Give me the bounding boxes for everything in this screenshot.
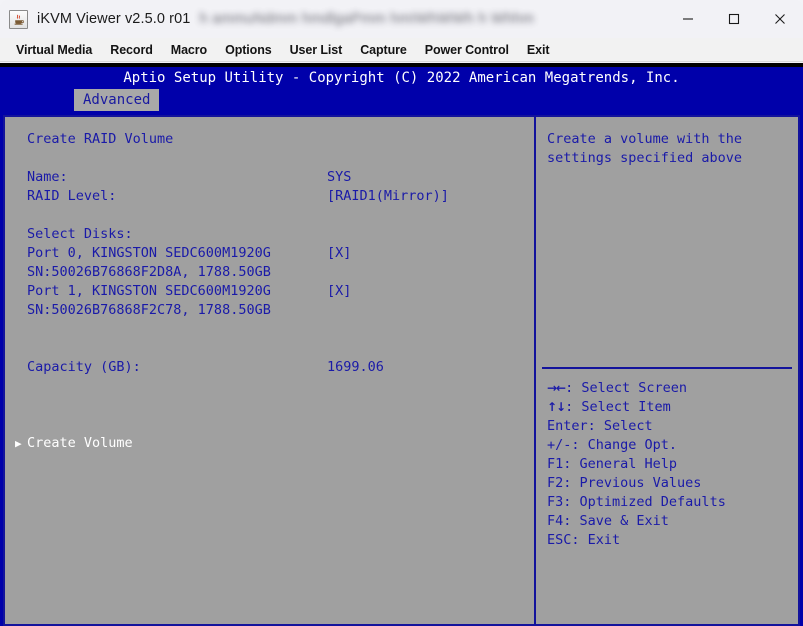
field-label-name: Name: [27, 169, 68, 185]
disks-header: Select Disks: [27, 226, 133, 242]
title-bar: iKVM Viewer v2.5.0 r01 h ammuNdmm hmdlga… [0, 0, 803, 38]
create-volume-row[interactable]: ▶ Create Volume [15, 434, 534, 453]
spacer-row [27, 206, 534, 225]
key-legend: →←: Select Screen ↑↓: Select Item Enter:… [547, 379, 726, 550]
menu-item-capture[interactable]: Capture [351, 43, 416, 57]
disk-row-port-1[interactable]: Port 1, KINGSTON SEDC600M1920G [X] [27, 282, 534, 301]
legend-f3-key: F3 [547, 494, 564, 510]
disk-detail-port-1: SN:50026B76868F2C78, 1788.50GB [27, 302, 271, 318]
legend-esc-key: ESC [547, 532, 572, 548]
minimize-button[interactable] [665, 0, 711, 38]
legend-f1: F1: General Help [547, 455, 726, 474]
maximize-icon [728, 13, 740, 25]
capacity-value: 1699.06 [327, 359, 384, 375]
field-row-name[interactable]: Name: SYS [27, 168, 534, 187]
legend-f3-text: : Optimized Defaults [563, 494, 726, 510]
legend-esc-text: : Exit [571, 532, 621, 548]
legend-enter-key: Enter [547, 418, 588, 434]
bios-left-pane: Create RAID Volume Name: SYS RAID Level:… [5, 117, 536, 624]
spacer-row [27, 415, 534, 434]
menu-item-power-control[interactable]: Power Control [416, 43, 518, 57]
field-label-raid-level: RAID Level: [27, 188, 117, 204]
disk-checkbox-port-1[interactable]: [X] [327, 282, 351, 301]
legend-select-screen: →←: Select Screen [547, 379, 726, 398]
legend-select-screen-text: : Select Screen [565, 380, 688, 396]
disk-row-port-0[interactable]: Port 0, KINGSTON SEDC600M1920G [X] [27, 244, 534, 263]
create-volume-label: Create Volume [27, 435, 133, 451]
legend-f1-text: : General Help [563, 456, 678, 472]
legend-change-opt-key: +/- [547, 437, 572, 453]
menu-item-record[interactable]: Record [101, 43, 161, 57]
disk-checkbox-port-0[interactable]: [X] [327, 244, 351, 263]
java-coffee-cup-icon [9, 9, 28, 29]
spacer-row [27, 377, 534, 396]
menu-item-exit[interactable]: Exit [518, 43, 559, 57]
window-title-redacted-text: h ammuNdmm hmdlgaPmm hmIWhWWh h Whhm [199, 11, 535, 27]
field-row-raid-level[interactable]: RAID Level: [RAID1(Mirror)] [27, 187, 534, 206]
help-text-line-1: Create a volume with the [547, 131, 743, 147]
disk-label-port-1: Port 1, KINGSTON SEDC600M1920G [27, 283, 271, 299]
legend-f2-key: F2 [547, 475, 564, 491]
field-value-raid-level[interactable]: [RAID1(Mirror)] [327, 187, 449, 206]
menu-item-macro[interactable]: Macro [162, 43, 216, 57]
legend-f4-text: : Save & Exit [563, 513, 669, 529]
menu-item-options[interactable]: Options [216, 43, 281, 57]
legend-change-opt-text: : Change Opt. [571, 437, 678, 453]
bios-tab-row: Advanced [0, 89, 803, 111]
left-right-arrow-icon: →← [547, 381, 566, 395]
legend-select-item: ↑↓: Select Item [547, 398, 726, 417]
legend-esc: ESC: Exit [547, 531, 726, 550]
legend-f4-key: F4 [547, 513, 564, 529]
legend-f2: F2: Previous Values [547, 474, 726, 493]
section-title: Create RAID Volume [27, 131, 174, 147]
legend-select-item-text: : Select Item [565, 399, 671, 415]
spacer-row [27, 320, 534, 339]
bios-body-wrap: Create RAID Volume Name: SYS RAID Level:… [0, 111, 803, 626]
ikvm-viewer-window: iKVM Viewer v2.5.0 r01 h ammuNdmm hmdlga… [0, 0, 803, 626]
legend-f2-text: : Previous Values [563, 475, 702, 491]
legend-enter-text: : Select [587, 418, 653, 434]
capacity-row: Capacity (GB): 1699.06 [27, 358, 534, 377]
right-triangle-icon: ▶ [15, 437, 22, 450]
legend-change-opt: +/-: Change Opt. [547, 436, 726, 455]
up-down-arrow-icon: ↑↓ [547, 400, 566, 414]
help-divider [542, 367, 792, 369]
close-button[interactable] [757, 0, 803, 38]
maximize-button[interactable] [711, 0, 757, 38]
legend-f4: F4: Save & Exit [547, 512, 726, 531]
field-value-name[interactable]: SYS [327, 168, 351, 187]
disk-label-port-0: Port 0, KINGSTON SEDC600M1920G [27, 245, 271, 261]
bios-right-pane: Create a volume with the settings specif… [536, 117, 798, 624]
disk-detail-port-0: SN:50026B76868F2D8A, 1788.50GB [27, 264, 271, 280]
bios-console-screen: Aptio Setup Utility - Copyright (C) 2022… [0, 63, 803, 626]
tab-advanced[interactable]: Advanced [74, 89, 160, 111]
window-title: iKVM Viewer v2.5.0 r01 [37, 11, 191, 27]
spacer-row [27, 149, 534, 168]
legend-f3: F3: Optimized Defaults [547, 493, 726, 512]
spacer-row [27, 339, 534, 358]
menu-item-user-list[interactable]: User List [281, 43, 352, 57]
bios-body: Create RAID Volume Name: SYS RAID Level:… [3, 115, 800, 626]
minimize-icon [683, 18, 693, 20]
legend-f1-key: F1 [547, 456, 564, 472]
spacer-row [27, 396, 534, 415]
menu-item-virtual-media[interactable]: Virtual Media [7, 43, 101, 57]
menu-bar: Virtual Media Record Macro Options User … [0, 38, 803, 62]
help-text-line-2: settings specified above [547, 150, 743, 166]
capacity-label: Capacity (GB): [27, 359, 141, 375]
legend-enter: Enter: Select [547, 417, 726, 436]
window-controls [665, 0, 803, 38]
bios-header-title: Aptio Setup Utility - Copyright (C) 2022… [0, 67, 803, 89]
close-icon [775, 14, 785, 24]
